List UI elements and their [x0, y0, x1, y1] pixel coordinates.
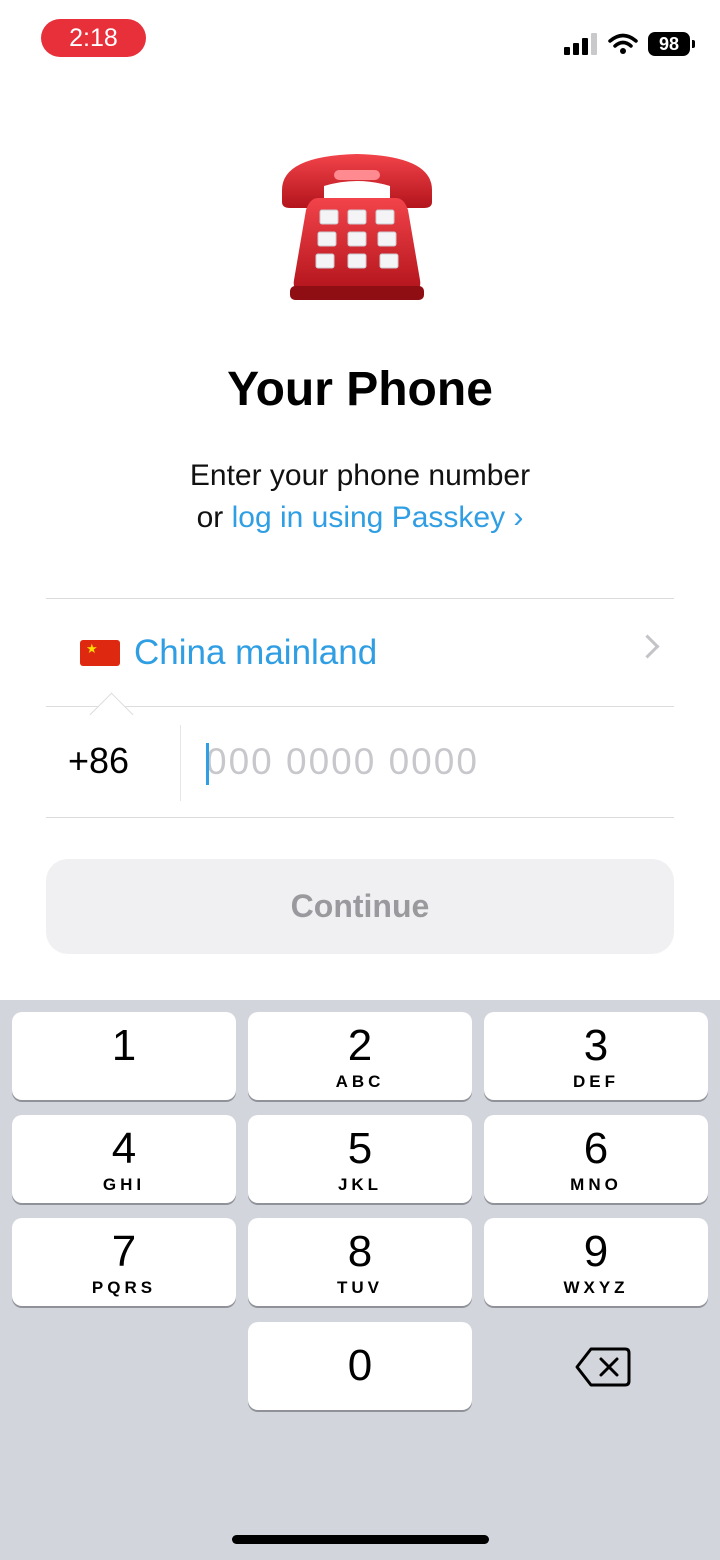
phone-row: +86: [46, 707, 674, 817]
battery-icon: 98: [648, 32, 695, 56]
continue-button[interactable]: Continue: [46, 859, 674, 954]
signal-icon: [564, 33, 597, 55]
numeric-keypad: 1 2 ABC 3 DEF 4 GHI 5 JKL 6 MNO 7 PQRS 8 TUV 9W…: [0, 1000, 720, 1560]
phone-number-input[interactable]: [206, 731, 646, 793]
country-name: China mainland: [134, 633, 378, 672]
text-caret: [206, 743, 209, 785]
country-selector[interactable]: ★ China mainland: [46, 600, 674, 706]
key-9[interactable]: 9 WXYZ: [484, 1218, 708, 1306]
status-icons: 98: [564, 30, 695, 58]
country-code[interactable]: +86: [68, 740, 129, 782]
subtitle: Enter your phone number or log in using …: [0, 455, 720, 539]
key-8[interactable]: 8 TUV: [248, 1218, 472, 1306]
wifi-icon: [608, 33, 638, 54]
key-7[interactable]: 7 PQRS: [12, 1218, 236, 1306]
key-3[interactable]: 3 DEF: [484, 1012, 708, 1100]
key-6[interactable]: 6 MNO: [484, 1115, 708, 1203]
status-time: 2:18: [41, 19, 146, 57]
phone-emoji-icon: [282, 154, 432, 300]
key-0[interactable]: 0: [248, 1322, 472, 1410]
divider: [46, 598, 674, 599]
subtitle-line-2: or log in using Passkey ›: [0, 497, 720, 539]
divider: [46, 817, 674, 818]
key-4[interactable]: 4 GHI: [12, 1115, 236, 1203]
subtitle-line: Enter your phone number: [189, 459, 531, 492]
chevron-right-icon: [635, 634, 660, 659]
backspace-icon[interactable]: [575, 1345, 631, 1389]
passkey-login-link[interactable]: log in using Passkey ›: [232, 501, 524, 534]
subtitle-prefix: or: [196, 501, 232, 534]
key-5[interactable]: 5 JKL: [248, 1115, 472, 1203]
page-title: Your Phone: [227, 363, 493, 416]
home-indicator: [232, 1535, 489, 1544]
key-1[interactable]: 1: [12, 1012, 236, 1100]
flag-china-icon: ★: [80, 640, 120, 666]
key-2[interactable]: 2 ABC: [248, 1012, 472, 1100]
divider: [180, 725, 181, 801]
